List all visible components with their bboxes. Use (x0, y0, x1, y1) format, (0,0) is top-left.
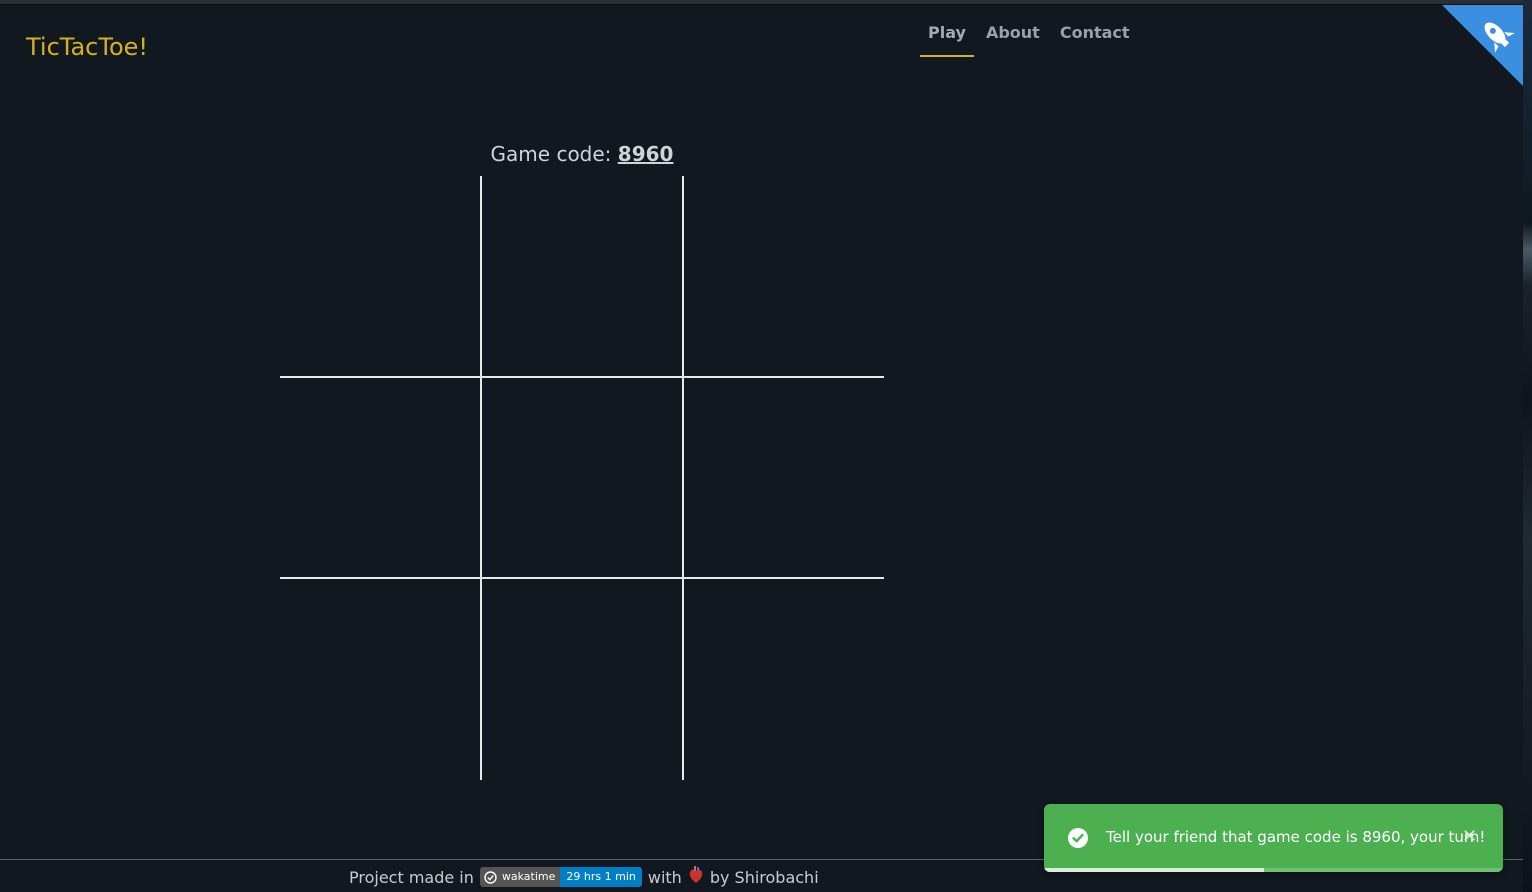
board-cell-2[interactable] (481, 176, 682, 377)
window-edge (1523, 0, 1532, 892)
board-cell-1[interactable] (280, 176, 481, 377)
grid-line-v1 (480, 176, 482, 780)
board-cell-7[interactable] (280, 579, 481, 780)
footer: Project made in wakatime 29 hrs 1 min wi… (349, 864, 819, 890)
notification-toast[interactable]: Tell your friend that game code is 8960,… (1044, 804, 1503, 872)
wakatime-icon (484, 870, 497, 884)
nav-about[interactable]: About (978, 20, 1048, 57)
grid-line-v2 (682, 176, 684, 780)
game-code-value[interactable]: 8960 (618, 142, 674, 166)
board-cell-6[interactable] (683, 377, 884, 578)
wakatime-badge-value: 29 hrs 1 min (560, 867, 642, 887)
toast-message: Tell your friend that game code is 8960,… (1106, 828, 1486, 846)
grid-line-h1 (280, 376, 884, 378)
brand-logo[interactable]: TicTacToe! (26, 33, 148, 61)
nav-contact[interactable]: Contact (1052, 20, 1138, 57)
footer-prefix: Project made in (349, 867, 474, 887)
grid-line-h2 (280, 577, 884, 579)
corner-ribbon[interactable] (1442, 5, 1523, 86)
footer-with: with (647, 867, 682, 887)
nav-play[interactable]: Play (920, 20, 974, 57)
main-nav: Play About Contact (920, 20, 1142, 57)
game-code-label: Game code: (490, 142, 612, 166)
anatomical-heart-icon (688, 866, 704, 888)
check-circle-icon (1068, 828, 1088, 848)
game-code-line: Game code: 8960 (280, 142, 884, 166)
toast-progress-bar (1044, 868, 1265, 872)
board-cell-4[interactable] (280, 377, 481, 578)
wakatime-badge[interactable]: wakatime 29 hrs 1 min (479, 867, 642, 887)
rocket-icon (1442, 5, 1523, 86)
wakatime-badge-label: wakatime (501, 870, 556, 883)
footer-suffix: by Shirobachi (709, 867, 819, 887)
board-cell-8[interactable] (481, 579, 682, 780)
game-board (280, 176, 884, 780)
top-border (0, 0, 1523, 5)
board-cell-5[interactable] (481, 377, 682, 578)
close-icon[interactable]: ✕ (1462, 826, 1477, 847)
board-cell-9[interactable] (683, 579, 884, 780)
board-cell-3[interactable] (683, 176, 884, 377)
